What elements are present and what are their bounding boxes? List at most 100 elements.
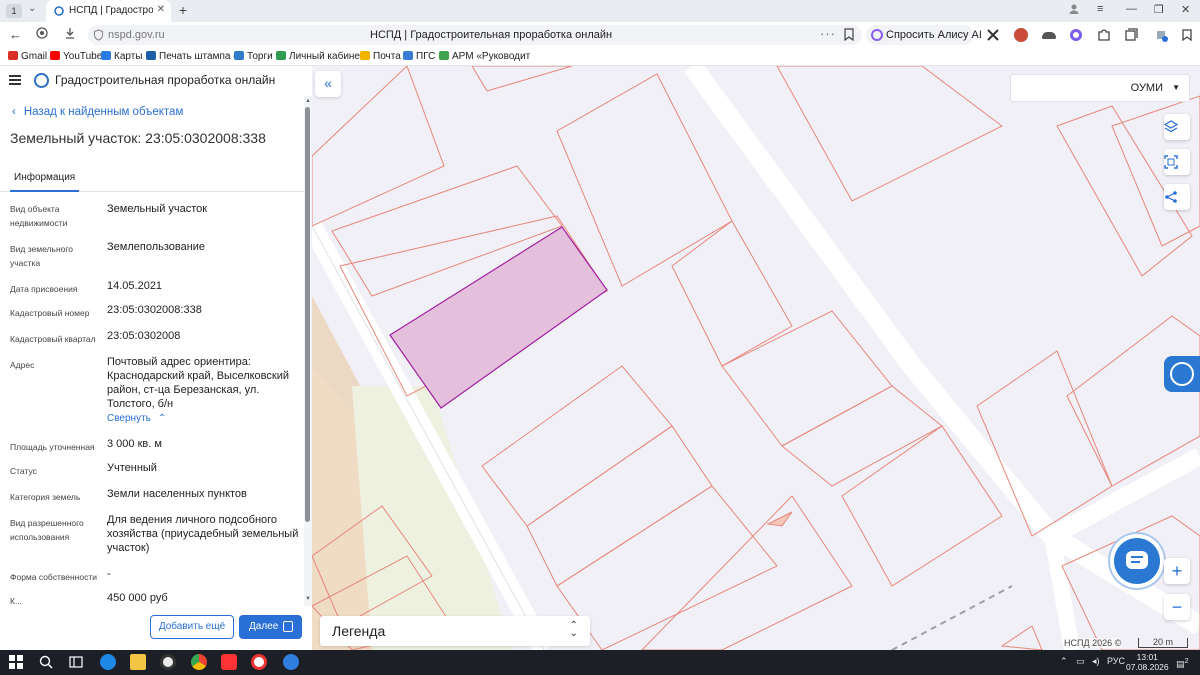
yandex-icon[interactable] <box>221 654 237 670</box>
parcel <box>526 425 713 587</box>
extension-circle-icon[interactable] <box>1070 29 1082 41</box>
select-area-button[interactable] <box>1164 149 1190 175</box>
window-close-icon[interactable]: ✕ <box>1181 3 1190 16</box>
minimize-icon[interactable]: — <box>1126 3 1137 15</box>
collapse-panel-button[interactable]: « <box>315 71 341 97</box>
selected-parcel[interactable] <box>389 226 608 409</box>
profile-icon[interactable] <box>1068 3 1080 18</box>
share-icon <box>1165 191 1177 203</box>
bookmarks-panel-icon[interactable] <box>1180 28 1194 42</box>
back-to-results-label: Назад к найденным объектам <box>23 106 184 118</box>
object-title: Земельный участок: 23:05:0302008:338 <box>10 130 266 146</box>
search-icon[interactable] <box>38 654 54 670</box>
ask-alisa-button[interactable]: Спросить Алису AI <box>866 25 982 45</box>
chevron-down-icon[interactable]: ⌄ <box>28 3 36 14</box>
attr-value: - <box>107 568 111 580</box>
ie-browser-icon[interactable] <box>100 654 116 670</box>
back-to-results-link[interactable]: ‹ Назад к найденным объектам <box>12 106 183 118</box>
attr-value: 14.05.2021 <box>107 280 163 292</box>
bookmark-label: Gmail <box>21 51 48 62</box>
attr-value: Земли населенных пунктов <box>107 488 247 500</box>
file-explorer-icon[interactable] <box>130 654 146 670</box>
zoom-in-button[interactable]: + <box>1164 558 1190 584</box>
cabinet-icon <box>276 51 286 60</box>
bookmark-pgs[interactable]: ПГС <box>403 51 435 62</box>
back-arrow-icon[interactable]: ← <box>9 27 22 42</box>
volume-icon[interactable]: ◂) <box>1092 656 1100 667</box>
attr-value: Для ведения личного подсобного хозяйства… <box>107 514 299 554</box>
parcel <box>556 73 733 287</box>
shield-icon[interactable] <box>36 27 48 42</box>
tab-counter[interactable]: 1 <box>6 4 22 18</box>
attr-key: Площадь уточненная <box>10 442 95 452</box>
browser-tab-active[interactable]: НСПД | Градостроительн ✕ <box>46 0 171 22</box>
extension-avatar-icon[interactable] <box>1014 28 1028 42</box>
panel-scroll-thumb[interactable] <box>305 107 310 522</box>
layers-button[interactable] <box>1164 114 1190 140</box>
bookmark-cabinet[interactable]: Личный кабинет <box>276 51 364 62</box>
windows-start-icon[interactable] <box>8 654 24 670</box>
parcel <box>671 220 793 367</box>
new-tab-icon[interactable]: + <box>176 3 190 17</box>
restore-icon[interactable]: ❐ <box>1154 3 1164 16</box>
panel-actions: Добавить ещё Далее <box>0 606 312 650</box>
chat-button[interactable] <box>1114 538 1160 584</box>
url-field[interactable]: nspd.gov.ru НСПД | Градостроительная про… <box>88 25 862 45</box>
app-blue-icon[interactable] <box>283 654 299 670</box>
scroll-up-icon[interactable]: ▲ <box>305 98 311 104</box>
extension-tools-icon[interactable] <box>986 28 1000 42</box>
system-clock[interactable]: 13:01 07.08.2026 <box>1126 652 1169 672</box>
legend-dropdown[interactable]: Легенда ⌃ ⌄ <box>320 616 590 646</box>
add-more-button[interactable]: Добавить ещё <box>150 615 234 639</box>
youtube-icon <box>50 51 60 60</box>
network-icon[interactable]: ▭ <box>1076 656 1085 667</box>
parcel <box>1000 625 1043 650</box>
nspd-favicon-icon <box>54 6 64 16</box>
close-icon[interactable]: ✕ <box>157 4 165 15</box>
tab-information[interactable]: Информация <box>10 172 80 192</box>
side-widget-tab[interactable] <box>1164 356 1200 392</box>
collapse-link[interactable]: Свернуть ⌃ <box>107 411 301 426</box>
hamburger-menu-icon[interactable] <box>9 75 21 85</box>
more-dots-icon[interactable]: ··· <box>820 26 836 41</box>
bookmark-mail[interactable]: Почта <box>360 51 401 62</box>
parcel <box>781 385 943 487</box>
next-label: Далее <box>249 621 279 632</box>
collections-icon[interactable] <box>1124 28 1138 42</box>
share-button[interactable] <box>1164 184 1190 210</box>
tray-expand-icon[interactable]: ⌃ <box>1060 656 1068 667</box>
cadastral-map[interactable] <box>312 66 1200 650</box>
bookmark-label: Торги <box>247 51 273 62</box>
zoom-out-button[interactable]: − <box>1164 594 1190 620</box>
panel-tabs: Информация <box>0 166 304 192</box>
layer-select[interactable]: ОУМИ ▼ <box>1010 74 1190 102</box>
notifications-icon[interactable]: ▤2 <box>1176 656 1189 670</box>
chrome-icon[interactable] <box>191 654 207 670</box>
attr-value: Учтенный <box>107 462 157 474</box>
input-language[interactable]: РУС <box>1107 656 1125 666</box>
tab-title: НСПД | Градостроительн <box>69 5 153 16</box>
extension-hat-icon[interactable] <box>1042 32 1056 39</box>
bookmark-torgi[interactable]: Торги <box>234 51 273 62</box>
bookmark-arm[interactable]: АРМ «Руководит <box>439 51 530 62</box>
downloads-badge-icon[interactable] <box>1154 28 1168 42</box>
site-security-icon <box>93 29 104 41</box>
scroll-down-icon[interactable]: ▼ <box>305 596 311 602</box>
download-icon[interactable] <box>64 27 76 42</box>
map-view[interactable]: « ОУМИ ▼ + − Легенда ⌃ ⌄ НСПД 2026 © 20 m <box>312 66 1200 650</box>
app-c-icon[interactable] <box>160 654 176 670</box>
yandex-browser-icon[interactable] <box>251 654 267 670</box>
task-view-icon[interactable] <box>68 654 84 670</box>
bookmark-youtube[interactable]: YouTube <box>50 51 102 62</box>
bookmark-icon[interactable] <box>844 28 854 41</box>
extensions-puzzle-icon[interactable] <box>1097 28 1111 42</box>
chat-icon <box>1126 551 1148 569</box>
next-button[interactable]: Далее <box>239 615 302 639</box>
bookmark-maps[interactable]: Карты <box>101 51 143 62</box>
notif-count: 2 <box>1184 656 1189 665</box>
bookmark-gmail[interactable]: Gmail <box>8 51 47 62</box>
bookmark-stamp[interactable]: Печать штампа с <box>146 51 238 62</box>
menu-icon[interactable]: ≡ <box>1097 3 1103 15</box>
os-taskbar: ⌃ ▭ ◂) РУС 13:01 07.08.2026 ▤2 <box>0 650 1200 675</box>
stamp-icon <box>146 51 156 60</box>
